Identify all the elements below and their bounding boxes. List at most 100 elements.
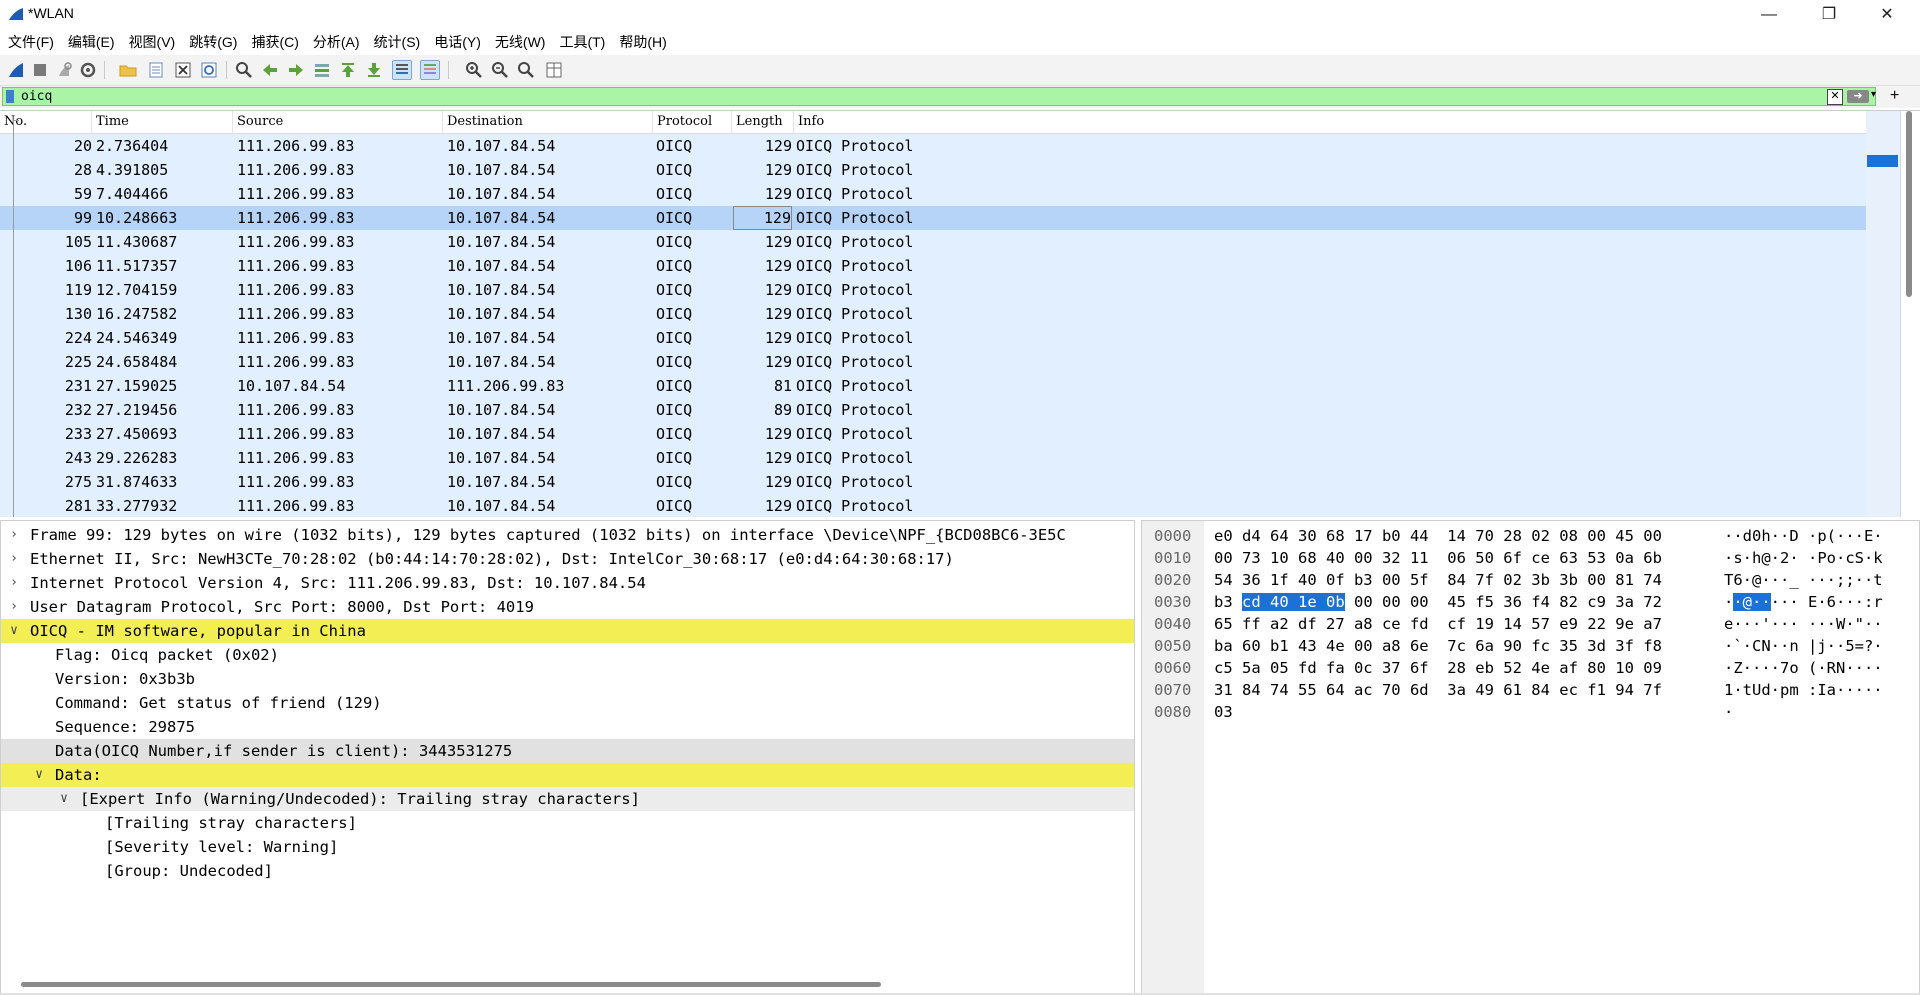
menu-view[interactable]: 视图(V) bbox=[122, 29, 183, 55]
packet-row[interactable]: 224 24.546349 111.206.99.83 10.107.84.54 OIC… bbox=[0, 326, 1866, 350]
detail-tree-item[interactable]: › User Datagram Protocol, Src Port: 8000,… bbox=[1, 595, 1134, 619]
packet-row[interactable]: 28 4.391805 111.206.99.83 10.107.84.54 OICQ 1… bbox=[0, 158, 1866, 182]
menu-capture[interactable]: 捕获(C) bbox=[244, 29, 305, 55]
packet-row-selected[interactable]: 99 10.248663 111.206.99.83 10.107.84.54 OICQ… bbox=[0, 206, 1866, 230]
packet-row[interactable]: 225 24.658484 111.206.99.83 10.107.84.54 OIC… bbox=[0, 350, 1866, 374]
stop-capture-icon[interactable] bbox=[30, 60, 50, 80]
zoom-normal-icon[interactable] bbox=[516, 60, 536, 80]
byte-hex-row[interactable]: e0 d4 64 30 68 17 b0 44 14 70 28 02 08 0… bbox=[1214, 525, 1662, 547]
detail-tree-item[interactable]: [Severity level: Warning] bbox=[1, 835, 1134, 859]
detail-tree-item[interactable]: Data(OICQ Number,if sender is client): 3… bbox=[1, 739, 1134, 763]
byte-ascii-row[interactable]: ··d0h··D ·p(···E· bbox=[1724, 525, 1883, 547]
packet-row[interactable]: 275 31.874633 111.206.99.83 10.107.84.54 OIC… bbox=[0, 470, 1866, 494]
packet-minimap[interactable] bbox=[1866, 111, 1901, 517]
byte-hex-row[interactable]: ba 60 b1 43 4e 00 a8 6e 7c 6a 90 fc 35 3… bbox=[1214, 635, 1662, 657]
menu-statistics[interactable]: 统计(S) bbox=[367, 29, 428, 55]
filter-bookmark-icon[interactable] bbox=[6, 90, 14, 103]
detail-tree-item[interactable]: Version: 0x3b3b bbox=[1, 667, 1134, 691]
colorize-list-icon[interactable] bbox=[420, 60, 440, 80]
menu-edit[interactable]: 编辑(E) bbox=[61, 29, 122, 55]
add-filter-button-plus-icon[interactable]: + bbox=[1890, 86, 1899, 106]
column-header-protocol[interactable]: Protocol bbox=[653, 111, 732, 133]
capture-options-gear-icon[interactable] bbox=[78, 60, 98, 80]
column-header-source[interactable]: Source bbox=[233, 111, 443, 133]
chevron-right-icon[interactable]: › bbox=[7, 595, 21, 619]
first-packet-icon[interactable] bbox=[338, 60, 358, 80]
save-file-icon[interactable] bbox=[146, 60, 166, 80]
zoom-in-icon[interactable] bbox=[464, 60, 484, 80]
packet-row[interactable]: 119 12.704159 111.206.99.83 10.107.84.54 OIC… bbox=[0, 278, 1866, 302]
minimize-button[interactable]: — bbox=[1746, 0, 1792, 29]
menu-telephony[interactable]: 电话(Y) bbox=[427, 29, 488, 55]
detail-tree-item[interactable]: ∨ [Expert Info (Warning/Undecoded): Trail… bbox=[1, 787, 1134, 811]
chevron-down-icon[interactable]: ∨ bbox=[32, 763, 46, 787]
column-header-info[interactable]: Info bbox=[794, 111, 1866, 133]
clear-filter-icon[interactable]: ✕ bbox=[1827, 89, 1843, 105]
packet-row[interactable]: 105 11.430687 111.206.99.83 10.107.84.54 OIC… bbox=[0, 230, 1866, 254]
packet-row[interactable]: 243 29.226283 111.206.99.83 10.107.84.54 OIC… bbox=[0, 446, 1866, 470]
chevron-down-icon[interactable]: ∨ bbox=[7, 619, 21, 643]
detail-tree-item[interactable]: Command: Get status of friend (129) bbox=[1, 691, 1134, 715]
packet-row[interactable]: 231 27.159025 10.107.84.54 111.206.99.83 OIC… bbox=[0, 374, 1866, 398]
packet-list-scrollbar-thumb[interactable] bbox=[1906, 111, 1912, 297]
packet-row[interactable]: 232 27.219456 111.206.99.83 10.107.84.54 OIC… bbox=[0, 398, 1866, 422]
chevron-right-icon[interactable]: › bbox=[7, 547, 21, 571]
close-file-icon[interactable] bbox=[173, 60, 193, 80]
byte-hex-row[interactable]: 31 84 74 55 64 ac 70 6d 3a 49 61 84 ec f… bbox=[1214, 679, 1662, 701]
detail-tree-item[interactable]: › Ethernet II, Src: NewH3CTe_70:28:02 (b0… bbox=[1, 547, 1134, 571]
byte-hex-row[interactable]: c5 5a 05 fd fa 0c 37 6f 28 eb 52 4e af 8… bbox=[1214, 657, 1662, 679]
byte-ascii-row[interactable]: 1·tUd·pm :Ia····· bbox=[1724, 679, 1883, 701]
menu-tools[interactable]: 工具(T) bbox=[552, 29, 612, 55]
detail-tree-item[interactable]: Flag: Oicq packet (0x02) bbox=[1, 643, 1134, 667]
menu-analyze[interactable]: 分析(A) bbox=[306, 29, 367, 55]
byte-ascii-row[interactable]: ·Z····7o (·RN···· bbox=[1724, 657, 1883, 679]
go-to-packet-icon[interactable] bbox=[312, 60, 332, 80]
display-filter-input[interactable] bbox=[21, 88, 1821, 105]
byte-hex-row[interactable]: 03 bbox=[1214, 701, 1233, 723]
menu-go[interactable]: 跳转(G) bbox=[182, 29, 244, 55]
detail-tree-item[interactable]: [Group: Undecoded] bbox=[1, 859, 1134, 883]
auto-scroll-icon[interactable] bbox=[392, 60, 412, 80]
byte-ascii-row[interactable]: e···'··· ···W·"·· bbox=[1724, 613, 1883, 635]
byte-ascii-row[interactable]: · bbox=[1724, 701, 1733, 723]
column-header-length[interactable]: Length bbox=[732, 111, 794, 133]
chevron-down-icon[interactable]: ∨ bbox=[57, 787, 71, 811]
detail-tree-item[interactable]: ∨ OICQ - IM software, popular in China bbox=[1, 619, 1134, 643]
resize-columns-icon[interactable] bbox=[544, 60, 564, 80]
chevron-right-icon[interactable]: › bbox=[7, 523, 21, 547]
detail-tree-item[interactable]: [Trailing stray characters] bbox=[1, 811, 1134, 835]
find-packet-search-icon[interactable] bbox=[234, 60, 254, 80]
packet-row[interactable]: 130 16.247582 111.206.99.83 10.107.84.54 OIC… bbox=[0, 302, 1866, 326]
filter-history-chevron-down-icon[interactable]: ▾ bbox=[1871, 89, 1876, 100]
byte-hex-row[interactable]: b3 cd 40 1e 0b 00 00 00 45 f5 36 f4 82 c… bbox=[1214, 591, 1662, 613]
go-back-arrow-icon[interactable] bbox=[260, 60, 280, 80]
column-header-destination[interactable]: Destination bbox=[443, 111, 653, 133]
close-button[interactable]: ✕ bbox=[1864, 0, 1910, 29]
byte-ascii-row[interactable]: ·`·CN··n |j··5=?· bbox=[1724, 635, 1883, 657]
packet-row[interactable]: 59 7.404466 111.206.99.83 10.107.84.54 OICQ 1… bbox=[0, 182, 1866, 206]
menu-help[interactable]: 帮助(H) bbox=[612, 29, 673, 55]
byte-hex-row[interactable]: 00 73 10 68 40 00 32 11 06 50 6f ce 63 5… bbox=[1214, 547, 1662, 569]
byte-ascii-row[interactable]: T6·@···_ ···;;··t bbox=[1724, 569, 1883, 591]
packet-row[interactable]: 106 11.517357 111.206.99.83 10.107.84.54 OIC… bbox=[0, 254, 1866, 278]
chevron-right-icon[interactable]: › bbox=[7, 571, 21, 595]
restore-button[interactable]: ❐ bbox=[1806, 0, 1852, 29]
restart-capture-icon[interactable] bbox=[54, 60, 74, 80]
packet-row[interactable]: 281 33.277932 111.206.99.83 10.107.84.54 OIC… bbox=[0, 494, 1866, 517]
menu-wireless[interactable]: 无线(W) bbox=[488, 29, 553, 55]
start-capture-icon[interactable] bbox=[6, 60, 26, 80]
packet-row[interactable]: 20 2.736404 111.206.99.83 10.107.84.54 OICQ 1… bbox=[0, 134, 1866, 158]
reload-file-icon[interactable] bbox=[199, 60, 219, 80]
open-file-folder-icon[interactable] bbox=[118, 60, 138, 80]
go-forward-arrow-icon[interactable] bbox=[286, 60, 306, 80]
detail-tree-item[interactable]: › Frame 99: 129 bytes on wire (1032 bits)… bbox=[1, 523, 1134, 547]
byte-ascii-row[interactable]: ·s·h@·2· ·Po·cS·k bbox=[1724, 547, 1883, 569]
byte-hex-row[interactable]: 54 36 1f 40 0f b3 00 5f 84 7f 02 3b 3b 0… bbox=[1214, 569, 1662, 591]
packet-row[interactable]: 233 27.450693 111.206.99.83 10.107.84.54 OIC… bbox=[0, 422, 1866, 446]
detail-tree-item[interactable]: Sequence: 29875 bbox=[1, 715, 1134, 739]
apply-filter-arrow-icon[interactable]: ➜ bbox=[1847, 90, 1869, 103]
zoom-out-icon[interactable] bbox=[490, 60, 510, 80]
byte-ascii-row[interactable]: ··@····· E·6···:r bbox=[1724, 591, 1883, 613]
menu-file[interactable]: 文件(F) bbox=[0, 29, 61, 55]
detail-tree-item[interactable]: › Internet Protocol Version 4, Src: 111.2… bbox=[1, 571, 1134, 595]
